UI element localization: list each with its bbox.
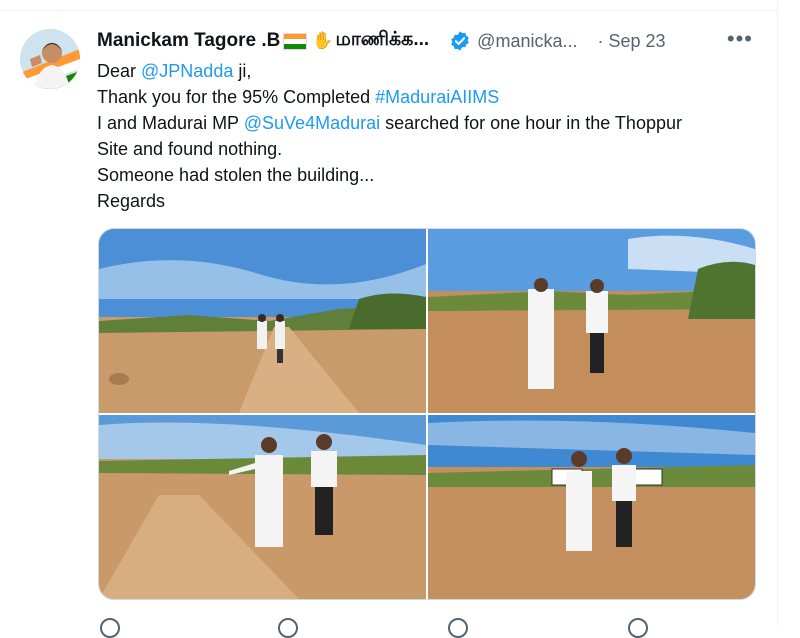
tweet-header: Manickam Tagore .B ✋ மாணிக்க... @manicka…: [97, 26, 767, 54]
media-grid: [98, 228, 756, 600]
raised-hand-icon: ✋: [312, 31, 334, 50]
mention-link[interactable]: @SuVe4Madurai: [244, 113, 380, 133]
photo-4[interactable]: [428, 415, 755, 599]
tweet-line: Regards: [97, 191, 166, 211]
retweet-icon[interactable]: [278, 618, 300, 638]
action-bar: [98, 612, 758, 638]
mention-link[interactable]: @JPNadda: [141, 61, 233, 81]
top-divider: [0, 10, 778, 11]
author-name-tamil[interactable]: மாணிக்க...: [336, 29, 430, 53]
tweet-line: Site and found nothing.: [97, 139, 283, 159]
right-divider: [777, 0, 778, 626]
avatar[interactable]: [20, 29, 80, 89]
tweet-line: Dear @JPNadda ji,: [97, 61, 252, 81]
more-icon[interactable]: •••: [727, 26, 753, 52]
photo-1[interactable]: [99, 229, 426, 413]
verified-badge-icon: [451, 31, 469, 51]
hashtag-link[interactable]: #MaduraiAIIMS: [375, 87, 499, 107]
tweet-line: Thank you for the 95% Completed #Madurai…: [97, 87, 500, 107]
photo-2[interactable]: [428, 229, 755, 413]
tweet-line: Someone had stolen the building...: [97, 165, 375, 185]
author-name[interactable]: Manickam Tagore .B: [97, 30, 280, 52]
like-icon[interactable]: [448, 618, 470, 638]
tweet-line: I and Madurai MP @SuVe4Madurai searched …: [97, 113, 682, 133]
india-flag-icon: [283, 32, 308, 50]
tweet-text: Dear @JPNadda ji, Thank you for the 95% …: [97, 58, 757, 214]
tweet-date[interactable]: Sep 23: [608, 31, 665, 52]
photo-3[interactable]: [99, 415, 426, 599]
separator-dot: ·: [597, 30, 604, 51]
share-icon[interactable]: [628, 618, 650, 638]
reply-icon[interactable]: [100, 618, 122, 638]
author-handle[interactable]: @manicka...: [477, 31, 577, 52]
